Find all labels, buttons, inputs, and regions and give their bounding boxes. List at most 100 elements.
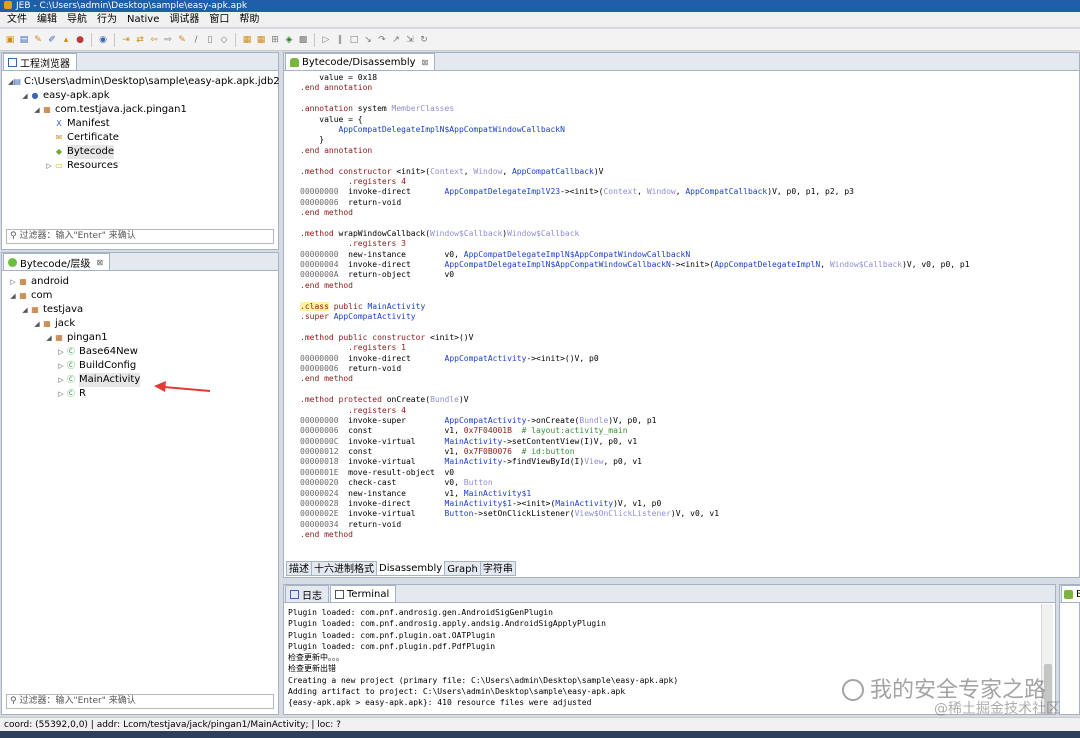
tree-node[interactable]: ▷ ▭ Resources xyxy=(2,159,278,173)
grid-icon[interactable]: ▦ xyxy=(241,34,253,46)
close-icon[interactable]: ⊠ xyxy=(96,258,103,267)
code-token: protected xyxy=(333,395,387,405)
classes-icon[interactable]: ▦ xyxy=(255,34,267,46)
wrench-icon[interactable]: ✎ xyxy=(32,34,44,46)
tab-project-explorer[interactable]: 工程浏览器 xyxy=(3,53,77,70)
bookmark-icon[interactable]: ▯ xyxy=(204,34,216,46)
tree-node[interactable]: ▷ Ⓒ Base64New xyxy=(2,345,278,359)
stop-icon[interactable]: ● xyxy=(74,34,86,46)
globe-icon[interactable]: ◉ xyxy=(97,34,109,46)
database-icon: ▤ xyxy=(13,77,21,86)
expand-arrow-icon[interactable]: ▷ xyxy=(56,359,66,373)
decompile-icon[interactable]: ◈ xyxy=(283,34,295,46)
menu-help[interactable]: 帮助 xyxy=(234,12,264,28)
tree-node[interactable]: ◢ ▦ com.testjava.jack.pingan1 xyxy=(2,103,278,117)
code-token: public constructor xyxy=(333,332,431,342)
hierarchy-tabstrip: Bytecode/层级 ⊠ xyxy=(2,253,278,271)
tree-node[interactable]: ◢ ▤ C:\Users\admin\Desktop\sample\easy-apk… xyxy=(2,75,280,89)
code-line: .registers 4 xyxy=(300,177,1079,187)
hierarchy-filter-input[interactable]: ⚲ 过滤器：输入"Enter" 来确认 xyxy=(6,694,274,709)
tab-description[interactable]: 描述 xyxy=(286,561,312,576)
tree-node[interactable]: ✉ Certificate xyxy=(2,131,278,145)
expand-arrow-icon[interactable]: ▷ xyxy=(56,387,66,401)
forward-icon[interactable]: ⇨ xyxy=(162,34,174,46)
tree-node[interactable]: ▷ Ⓒ R xyxy=(2,387,278,401)
code-token: MemberClasses xyxy=(391,104,455,114)
code-token: .method xyxy=(300,395,334,405)
collapse-arrow-icon[interactable]: ◢ xyxy=(20,89,30,103)
tab-disassembly[interactable]: Disassembly xyxy=(376,561,446,576)
rename-icon[interactable]: ✎ xyxy=(176,34,188,46)
tree-node[interactable]: ◢ ▦ jack xyxy=(2,317,278,331)
collapse-arrow-icon[interactable]: ◢ xyxy=(20,303,30,317)
step-out-icon[interactable]: ↗ xyxy=(390,34,402,46)
code-token: 0000002E xyxy=(300,509,339,519)
tree-icon[interactable]: ⊞ xyxy=(269,34,281,46)
expand-arrow-icon[interactable]: ▷ xyxy=(44,159,54,173)
tab-hex[interactable]: 十六进制格式 xyxy=(311,561,377,576)
comment-icon[interactable]: / xyxy=(190,34,202,46)
code-line: .method constructor <init>(Context, Wind… xyxy=(300,167,1079,177)
menu-window[interactable]: 窗口 xyxy=(204,12,234,28)
code-token: 0000000A xyxy=(300,270,339,280)
run-to-icon[interactable]: ⇲ xyxy=(404,34,416,46)
code-token: Bundle xyxy=(579,415,609,425)
tab-terminal[interactable]: Terminal xyxy=(330,585,397,602)
tab-bytecode-disassembly[interactable]: Bytecode/Disassembly ⊠ xyxy=(285,53,436,70)
tree-node[interactable]: ◢ ▦ pingan1 xyxy=(2,331,278,345)
debug-run-icon[interactable]: ▷ xyxy=(320,34,332,46)
open-file-icon[interactable]: ▣ xyxy=(4,34,16,46)
expand-arrow-icon[interactable]: ▷ xyxy=(56,345,66,359)
step-over-icon[interactable]: ↷ xyxy=(376,34,388,46)
menu-action[interactable]: 行为 xyxy=(92,12,122,28)
code-token: 00000006 xyxy=(300,363,339,373)
code-token: MainActivity xyxy=(444,457,503,467)
folder-icon: ▭ xyxy=(55,161,63,170)
jump-icon[interactable]: ⇥ xyxy=(120,34,132,46)
tab-right-collapsed[interactable]: By xyxy=(1061,585,1080,602)
back-icon[interactable]: ⇦ xyxy=(148,34,160,46)
collapse-arrow-icon[interactable]: ◢ xyxy=(32,317,42,331)
close-icon[interactable]: ⊠ xyxy=(422,58,429,67)
collapse-arrow-icon[interactable]: ◢ xyxy=(8,289,18,303)
menu-file[interactable]: 文件 xyxy=(2,12,32,28)
tree-node[interactable]: X Manifest xyxy=(2,117,278,131)
tab-graph[interactable]: Graph xyxy=(444,561,481,576)
tree-node[interactable]: ▷ Ⓒ MainActivity xyxy=(2,373,278,387)
code-token: .method xyxy=(300,166,334,176)
step-into-icon[interactable]: ↘ xyxy=(362,34,374,46)
tree-node[interactable]: ▷ Ⓒ BuildConfig xyxy=(2,359,278,373)
tree-node[interactable]: ◆ Bytecode xyxy=(2,145,278,159)
tree-node[interactable]: ◢ ● easy-apk.apk xyxy=(2,89,278,103)
expand-arrow-icon[interactable]: ▷ xyxy=(56,373,66,387)
code-token: new-instance v1, xyxy=(338,488,464,498)
debug-stop-icon[interactable]: □ xyxy=(348,34,360,46)
expand-arrow-icon[interactable]: ▷ xyxy=(8,275,18,289)
options-icon[interactable]: ▩ xyxy=(297,34,309,46)
save-icon[interactable]: ▤ xyxy=(18,34,30,46)
disassembly-code[interactable]: value = 0x18 .end annotation .annotation s… xyxy=(300,73,1079,541)
menu-edit[interactable]: 编辑 xyxy=(32,12,62,28)
tab-bytecode-hierarchy[interactable]: Bytecode/层级 ⊠ xyxy=(3,253,111,270)
tab-log[interactable]: 日志 xyxy=(285,585,329,602)
debug-pause-icon[interactable]: ‖ xyxy=(334,34,346,46)
tab-strings[interactable]: 字符串 xyxy=(479,561,516,576)
tree-node-label: jack xyxy=(55,318,76,329)
menu-native[interactable]: Native xyxy=(122,12,164,28)
edit-icon[interactable]: ✐ xyxy=(46,34,58,46)
xref-icon[interactable]: ◇ xyxy=(218,34,230,46)
collapse-arrow-icon[interactable]: ◢ xyxy=(44,331,54,345)
menu-navigate[interactable]: 导航 xyxy=(62,12,92,28)
navigate-icon[interactable]: ⇄ xyxy=(134,34,146,46)
project-filter-input[interactable]: ⚲ 过滤器：输入"Enter" 来确认 xyxy=(6,229,274,244)
restart-icon[interactable]: ↻ xyxy=(418,34,430,46)
certificate-icon: ✉ xyxy=(55,133,63,142)
collapse-arrow-icon[interactable]: ◢ xyxy=(32,103,42,117)
tree-node[interactable]: ◢ ▦ testjava xyxy=(2,303,278,317)
code-token: .registers 3 xyxy=(300,239,406,249)
tree-node[interactable]: ▷ ▦ android xyxy=(2,275,278,289)
export-icon[interactable]: ▴ xyxy=(60,34,72,46)
menu-debugger[interactable]: 调试器 xyxy=(164,12,204,28)
tree-node[interactable]: ◢ ▦ com xyxy=(2,289,278,303)
